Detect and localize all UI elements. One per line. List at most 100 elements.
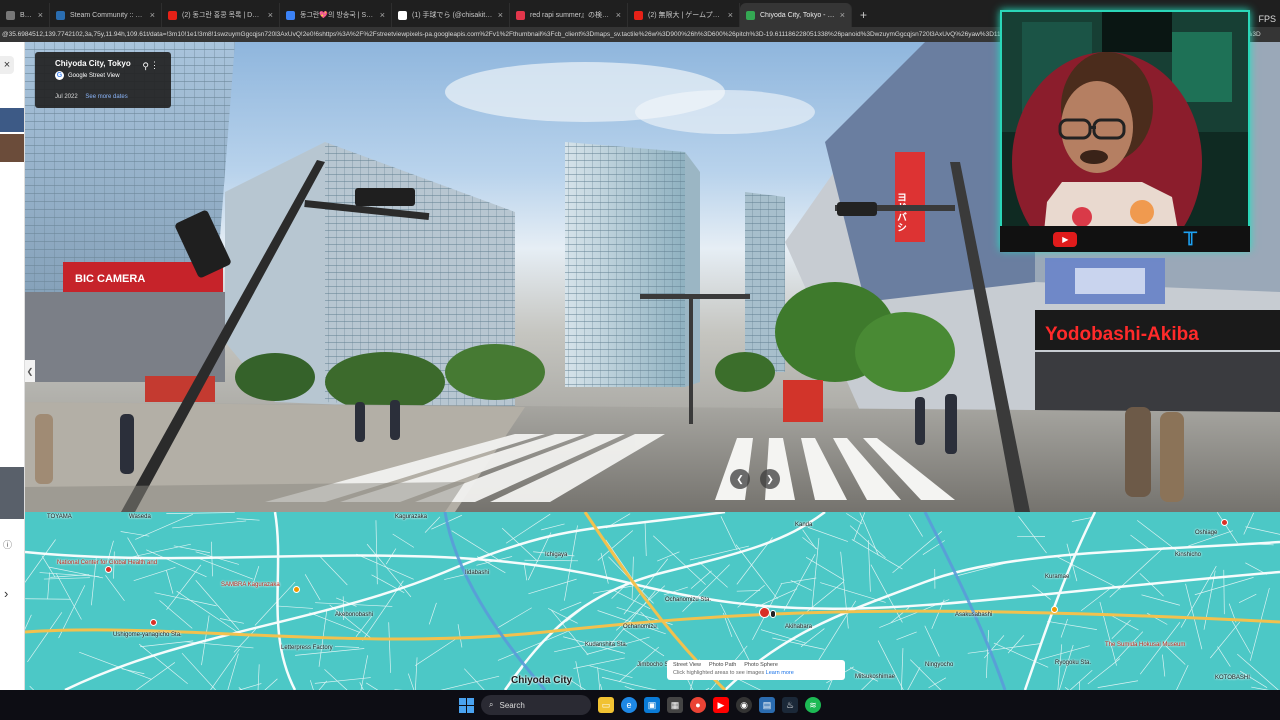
map-label-station[interactable]: Iidabashi — [465, 570, 489, 576]
street-view-legend: Street View Photo Path Photo Sphere Clic… — [667, 660, 845, 680]
streamer-webcam-illustration — [1002, 12, 1248, 248]
map-label-area: KOTOBASHI — [1215, 675, 1250, 681]
youtube-icon — [168, 10, 177, 20]
capture-date-row: Jul 2022 See more dates — [55, 94, 128, 100]
obs-icon[interactable]: ◉ — [736, 697, 752, 713]
map-label-area: Ningyocho — [925, 662, 954, 668]
close-tab-icon[interactable]: × — [616, 10, 621, 20]
search-label: Search — [499, 700, 525, 710]
map-label-station[interactable]: Ryogoku Sta. — [1055, 660, 1091, 666]
map-label-area: Ichigaya — [545, 552, 568, 558]
poi-marker-icon[interactable] — [1051, 606, 1058, 613]
browser-tab[interactable]: Breakfast × — [0, 3, 50, 27]
calculator-icon[interactable]: ▦ — [667, 697, 683, 713]
youtube-icon[interactable]: ▶ — [713, 697, 729, 713]
close-tab-icon[interactable]: × — [380, 10, 385, 20]
map-label-area: Kanda — [795, 522, 813, 528]
browser-tab[interactable]: (2) 無限大 | ゲームプレイトレーラー × — [628, 3, 740, 27]
map-label-area: TOYAMA — [47, 514, 72, 520]
store-icon[interactable]: ▤ — [759, 697, 775, 713]
browser-tab[interactable]: (2) 동그란 홍콩 목록 | Donggeu × — [162, 3, 280, 27]
file-explorer-icon[interactable]: ▭ — [598, 697, 614, 713]
youtube-icon[interactable]: ▶ — [1053, 231, 1078, 247]
fps-counter: FPS — [1258, 14, 1276, 24]
close-tab-icon[interactable]: × — [498, 10, 503, 20]
desktop-screen: Breakfast×Steam Community :: Guide :: C×… — [0, 0, 1280, 720]
thumbnail-image[interactable] — [0, 467, 24, 519]
browser-tab[interactable]: (1) 手球でら (@chisakitera22) / X × — [392, 3, 510, 27]
browser-tab[interactable]: 동그란💖의 방송국 | SOOP × — [280, 3, 392, 27]
browser-tab[interactable]: Steam Community :: Guide :: C × — [50, 3, 162, 27]
maps-icon — [746, 10, 755, 20]
info-icon[interactable]: ⓘ — [3, 538, 12, 551]
windows-start-icon[interactable] — [459, 697, 474, 713]
chrome-icon[interactable]: ● — [690, 697, 706, 713]
pegman-icon[interactable] — [770, 610, 776, 618]
tab-title: Steam Community :: Guide :: C — [70, 11, 145, 19]
legend-row: Street View Photo Path Photo Sphere — [673, 662, 839, 668]
poi-marker-icon[interactable] — [1221, 519, 1228, 526]
collapse-side-panel-button[interactable]: ❮ — [25, 360, 35, 382]
map-label-poi-red[interactable]: SAMBRA Kagurazaka — [221, 582, 280, 588]
map-label-area: Kuramae — [1045, 574, 1070, 580]
see-more-dates-link[interactable]: See more dates — [85, 94, 127, 100]
map-label-station[interactable]: Asakusabashi — [955, 612, 992, 618]
yodobashi-sign: Yodobashi-Akiba — [1045, 324, 1199, 345]
capture-date: Jul 2022 — [55, 94, 78, 100]
map-label-station[interactable]: Ochanomizu Sta. — [665, 597, 711, 603]
poi-marker-icon[interactable] — [293, 586, 300, 593]
thumbnail-image[interactable] — [0, 134, 24, 162]
close-tab-icon[interactable]: × — [728, 10, 733, 20]
close-tab-icon[interactable]: × — [268, 10, 273, 20]
more-options-icon[interactable]: ⋮ — [150, 60, 159, 71]
youtube-icon — [634, 10, 643, 20]
chevron-right-icon[interactable]: › — [4, 586, 8, 601]
location-pin-icon[interactable]: ⚲ — [142, 61, 149, 72]
steam-icon[interactable]: ♨ — [782, 697, 798, 713]
legend-hint-row: Click highlighted areas to see images Le… — [673, 670, 839, 676]
map-label-area: Kinshicho — [1175, 552, 1202, 558]
edge-icon[interactable]: e — [621, 697, 637, 713]
next-photo-arrow[interactable]: ❯ — [760, 469, 780, 489]
new-tab-button[interactable]: + — [852, 3, 875, 27]
map-label-station[interactable]: Mitsukoshimae — [855, 674, 895, 680]
close-tab-icon[interactable]: × — [840, 10, 845, 20]
legend-photo-path: Photo Path — [709, 662, 737, 668]
tab-title: Chiyoda City, Tokyo - Google M — [760, 11, 835, 19]
spotify-icon[interactable]: ≋ — [805, 697, 821, 713]
map-label-station[interactable]: Ushigome-yanagicho Sta. — [113, 632, 182, 638]
map-label-city: Chiyoda City — [511, 675, 573, 686]
map-panel[interactable]: TOYAMA Waseda Kagurazaka National Center fo… — [25, 512, 1280, 690]
provider-label: Google Street View — [68, 72, 120, 79]
generic-tab-icon — [6, 10, 15, 20]
poi-marker-icon[interactable] — [105, 566, 112, 573]
photos-icon[interactable]: ▣ — [644, 697, 660, 713]
social-links-bar: ▶ 𝕋 — [1000, 226, 1250, 252]
legend-photo-sphere: Photo Sphere — [744, 662, 778, 668]
map-label-station[interactable]: Akebonobashi — [335, 612, 373, 618]
thumbnail-image[interactable] — [0, 108, 24, 132]
legend-hint: Click highlighted areas to see images — [673, 670, 765, 676]
tab-title: (2) 동그란 홍콩 목록 | Donggeu — [182, 12, 263, 19]
taskbar-search-box[interactable]: ⌕ Search — [481, 695, 591, 715]
previous-photo-arrow[interactable]: ❮ — [730, 469, 750, 489]
close-panel-button[interactable]: × — [0, 56, 14, 74]
windows-taskbar: ⌕ Search ▭ e ▣ ▦ ● ▶ ◉ ▤ ♨ ≋ — [0, 690, 1280, 720]
poi-marker-icon[interactable] — [150, 619, 157, 626]
browser-tab[interactable]: Chiyoda City, Tokyo - Google M × — [740, 3, 852, 27]
close-tab-icon[interactable]: × — [150, 10, 155, 20]
location-marker-icon[interactable] — [759, 607, 770, 618]
close-tab-icon[interactable]: × — [38, 10, 43, 20]
map-label-poi[interactable]: Letterpress Factory — [281, 645, 333, 651]
twitter-icon[interactable]: 𝕋 — [1184, 229, 1197, 250]
map-label-station[interactable]: Kudanshita Sta. — [585, 642, 627, 648]
tab-title: (2) 無限大 | ゲームプレイトレーラー — [648, 12, 723, 19]
legend-street-view: Street View — [673, 662, 702, 668]
map-label-area: Waseda — [129, 514, 151, 520]
map-label-poi-red[interactable]: The Sumida Hokusai Museum — [1105, 642, 1185, 648]
learn-more-link[interactable]: Learn more — [766, 670, 794, 676]
yodobashi-jp-sign: ヨドバシ — [895, 192, 907, 232]
tab-title: (1) 手球でら (@chisakitera22) / X — [412, 12, 493, 19]
browser-tab[interactable]: red rapi summer』の検索結果 × — [510, 3, 628, 27]
street-view-info-card: Chiyoda City, Tokyo G Google Street View… — [35, 52, 171, 108]
